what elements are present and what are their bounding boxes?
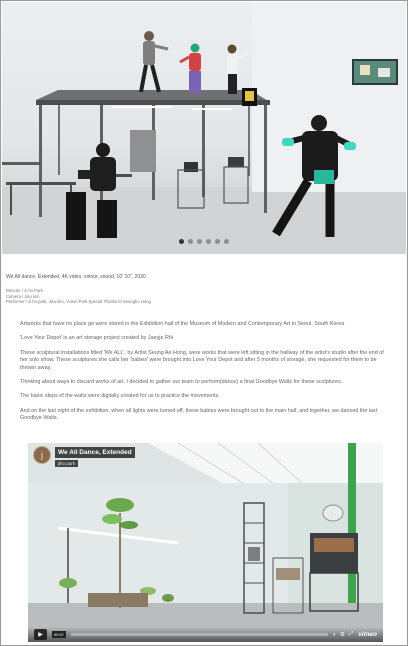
video-title-box: We All Dance, Extended jiho park bbox=[55, 447, 135, 467]
description-paragraph: And on the last night of the exhibition,… bbox=[20, 407, 378, 422]
play-button[interactable]: ▶ bbox=[34, 629, 47, 640]
volume-icon[interactable]: ◖ bbox=[333, 632, 336, 638]
video-progress-track[interactable] bbox=[71, 633, 328, 636]
carousel-dot[interactable] bbox=[179, 239, 184, 244]
description-paragraph: 'Love Your Depot' is an art storage proj… bbox=[20, 335, 174, 342]
description-paragraph: The basic steps of the waltz were digita… bbox=[20, 393, 220, 400]
carousel-dot[interactable] bbox=[197, 239, 202, 244]
page: We All dance, Extended, 4K video, colour… bbox=[0, 0, 408, 646]
video-controls: ▶ 09:37 ◖ ⚙ ⤢ vimeo bbox=[28, 627, 383, 642]
settings-icon[interactable]: ⚙ bbox=[340, 632, 345, 638]
carousel-dot[interactable] bbox=[224, 239, 229, 244]
video-author[interactable]: jiho park bbox=[55, 460, 79, 467]
video-thumbnail bbox=[28, 443, 383, 642]
carousel-dots bbox=[2, 239, 406, 244]
video-header: j We All Dance, Extended jiho park bbox=[33, 446, 135, 467]
carousel-dot[interactable] bbox=[188, 239, 193, 244]
description-paragraph: Artworks that have no place go were stor… bbox=[20, 321, 345, 327]
play-icon: ▶ bbox=[38, 632, 43, 638]
video-time: 09:37 bbox=[52, 631, 67, 638]
project-description: Artworks that have no place go were stor… bbox=[20, 321, 390, 430]
description-paragraph: These sculptural installations titled 'W… bbox=[20, 349, 384, 371]
work-credits: Director / Ji ho Park Camera / Jisu kim … bbox=[6, 288, 402, 305]
carousel-dot[interactable] bbox=[215, 239, 220, 244]
avatar[interactable]: j bbox=[33, 446, 51, 464]
hero-photo bbox=[2, 2, 406, 254]
hero-carousel[interactable] bbox=[2, 2, 406, 254]
work-title-line: We All dance, Extended, 4K video, colour… bbox=[6, 274, 146, 280]
fullscreen-icon[interactable]: ⤢ bbox=[349, 631, 353, 638]
description-paragraph: Thinking about ways to discard works of … bbox=[20, 379, 343, 386]
vimeo-logo[interactable]: vimeo bbox=[358, 631, 377, 638]
work-metadata: We All dance, Extended, 4K video, colour… bbox=[6, 274, 402, 305]
credit-line: Performer / Ji ho park, Jisu kim, Yumin … bbox=[6, 299, 151, 305]
carousel-dot[interactable] bbox=[206, 239, 211, 244]
video-player[interactable]: j We All Dance, Extended jiho park ▶ 09:… bbox=[28, 443, 383, 642]
video-title[interactable]: We All Dance, Extended bbox=[55, 447, 135, 458]
video-control-icons: ◖ ⚙ ⤢ bbox=[333, 631, 354, 638]
